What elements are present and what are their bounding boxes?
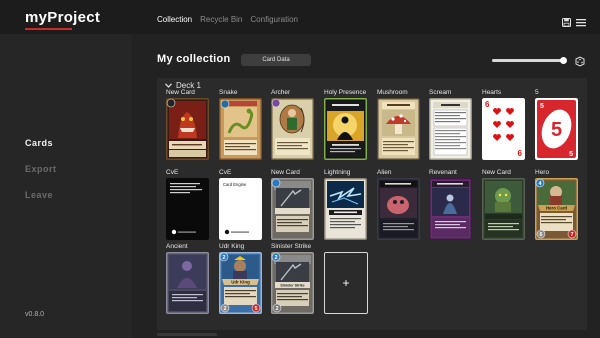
card-thumbnail[interactable]	[324, 178, 367, 240]
card-label: Archer	[271, 89, 291, 96]
top-nav: Collection Recycle Bin Configuration	[157, 15, 298, 24]
card-label: Alien	[377, 169, 392, 176]
svg-text:5: 5	[540, 103, 544, 110]
svg-text:Udr King: Udr King	[231, 280, 250, 285]
menu-icon[interactable]	[576, 14, 586, 32]
card-label: CvE	[219, 169, 232, 176]
card-label: Holy Presence	[324, 89, 367, 96]
card-label: Hero	[535, 169, 550, 176]
chevron-down-icon	[165, 83, 172, 88]
card-thumbnail[interactable]	[166, 178, 209, 240]
card-art	[219, 98, 262, 160]
card-thumbnail[interactable]: Hero Card 4 6 7	[535, 178, 578, 240]
card-thumbnail[interactable]: Udr King 2 2 5	[219, 252, 262, 314]
version-label: v0.8.0	[25, 311, 45, 318]
card-thumbnail[interactable]: 5 5 5	[535, 98, 578, 160]
card-data-button[interactable]: Card Data	[241, 54, 311, 66]
card-label: Lightning	[324, 169, 351, 176]
card-art: Hero Card46 7	[535, 178, 578, 240]
svg-text:2: 2	[274, 255, 277, 261]
card-label: Revenant	[429, 169, 457, 176]
card-thumbnail[interactable]	[482, 178, 525, 240]
card-art	[166, 178, 209, 240]
card-thumbnail[interactable]	[377, 178, 420, 240]
sidebar-item-cards[interactable]: Cards	[25, 138, 53, 148]
tab-recycle-bin[interactable]: Recycle Bin	[200, 15, 242, 24]
svg-text:Card Engine: Card Engine	[223, 182, 247, 187]
card-art	[482, 178, 525, 240]
card-art	[377, 178, 420, 240]
card-thumbnail[interactable]	[271, 178, 314, 240]
card-thumbnail[interactable]	[271, 98, 314, 160]
svg-text:5: 5	[551, 119, 562, 141]
card-art: 5 5 5	[535, 98, 578, 160]
card-label: CvE	[166, 169, 179, 176]
app-title: myProject	[25, 9, 101, 26]
card-label: New Card	[271, 169, 300, 176]
tab-collection[interactable]: Collection	[157, 15, 192, 24]
card-label: New Card	[166, 89, 195, 96]
svg-text:5: 5	[569, 151, 573, 158]
card-label: Snake	[219, 89, 238, 96]
deck-panel: Deck 1 New Card Snake Archer Holy Presence M…	[157, 78, 587, 330]
tab-configuration[interactable]: Configuration	[250, 15, 298, 24]
card-label: New Card	[482, 169, 511, 176]
card-label: Mushroom	[377, 89, 408, 96]
card-art	[429, 98, 472, 160]
zoom-slider[interactable]	[492, 56, 567, 64]
svg-text:6: 6	[539, 232, 542, 238]
svg-text:2: 2	[275, 306, 278, 312]
sidebar-item-export[interactable]: Export	[25, 164, 57, 174]
card-art	[271, 98, 314, 160]
save-icon[interactable]	[562, 14, 571, 32]
svg-text:7: 7	[570, 232, 573, 238]
card-thumbnail[interactable]: Sinister Strike 2 2	[271, 252, 314, 314]
card-art	[271, 178, 314, 240]
svg-text:2: 2	[222, 255, 225, 261]
card-art	[324, 98, 367, 160]
svg-text:Sinister Strike: Sinister Strike	[280, 284, 304, 288]
zoom-slider-knob[interactable]	[559, 56, 567, 64]
card-thumbnail[interactable]	[166, 252, 209, 314]
card-art: Card Engine	[219, 178, 262, 240]
sidebar: Cards Export Leave v0.8.0	[0, 34, 132, 338]
card-label: 5	[535, 89, 539, 96]
card-art: Sinister Strike 2 2	[271, 252, 314, 314]
zoom-slider-fill	[492, 56, 567, 64]
card-label: Scream	[429, 89, 452, 96]
card-thumbnail[interactable]	[219, 98, 262, 160]
top-icons	[562, 14, 586, 32]
card-art: 66	[482, 98, 525, 160]
add-card-icon: +	[342, 276, 350, 290]
card-art	[166, 252, 209, 314]
card-label: Udr King	[219, 243, 245, 250]
svg-text:Hero Card: Hero Card	[546, 206, 568, 211]
sidebar-item-leave[interactable]: Leave	[25, 190, 53, 200]
horizontal-scrollbar[interactable]	[157, 333, 217, 336]
card-thumbnail[interactable]	[377, 98, 420, 160]
card-art	[377, 98, 420, 160]
card-art: Udr King 2 2 5	[219, 252, 262, 314]
svg-text:6: 6	[485, 100, 490, 109]
card-thumbnail[interactable]: Card Engine	[219, 178, 262, 240]
card-art	[166, 98, 209, 160]
card-thumbnail[interactable]	[429, 98, 472, 160]
svg-text:5: 5	[254, 306, 257, 312]
page-title: My collection	[157, 53, 231, 65]
brand-underline	[25, 28, 72, 30]
card-art	[429, 178, 472, 240]
add-card-button[interactable]: +	[324, 252, 368, 314]
card-thumbnail[interactable]	[429, 178, 472, 240]
card-art	[324, 178, 367, 240]
dice-icon[interactable]	[575, 54, 586, 72]
card-thumbnail[interactable]	[166, 98, 209, 160]
card-thumbnail[interactable]	[324, 98, 367, 160]
svg-text:6: 6	[518, 149, 523, 158]
card-label: Sinister Strike	[271, 243, 312, 250]
card-thumbnail[interactable]: 66	[482, 98, 525, 160]
card-label: Ancient	[166, 243, 188, 250]
top-bar: myProject Collection Recycle Bin Configu…	[0, 0, 600, 34]
svg-text:2: 2	[223, 306, 226, 312]
card-label: Hearts	[482, 89, 502, 96]
